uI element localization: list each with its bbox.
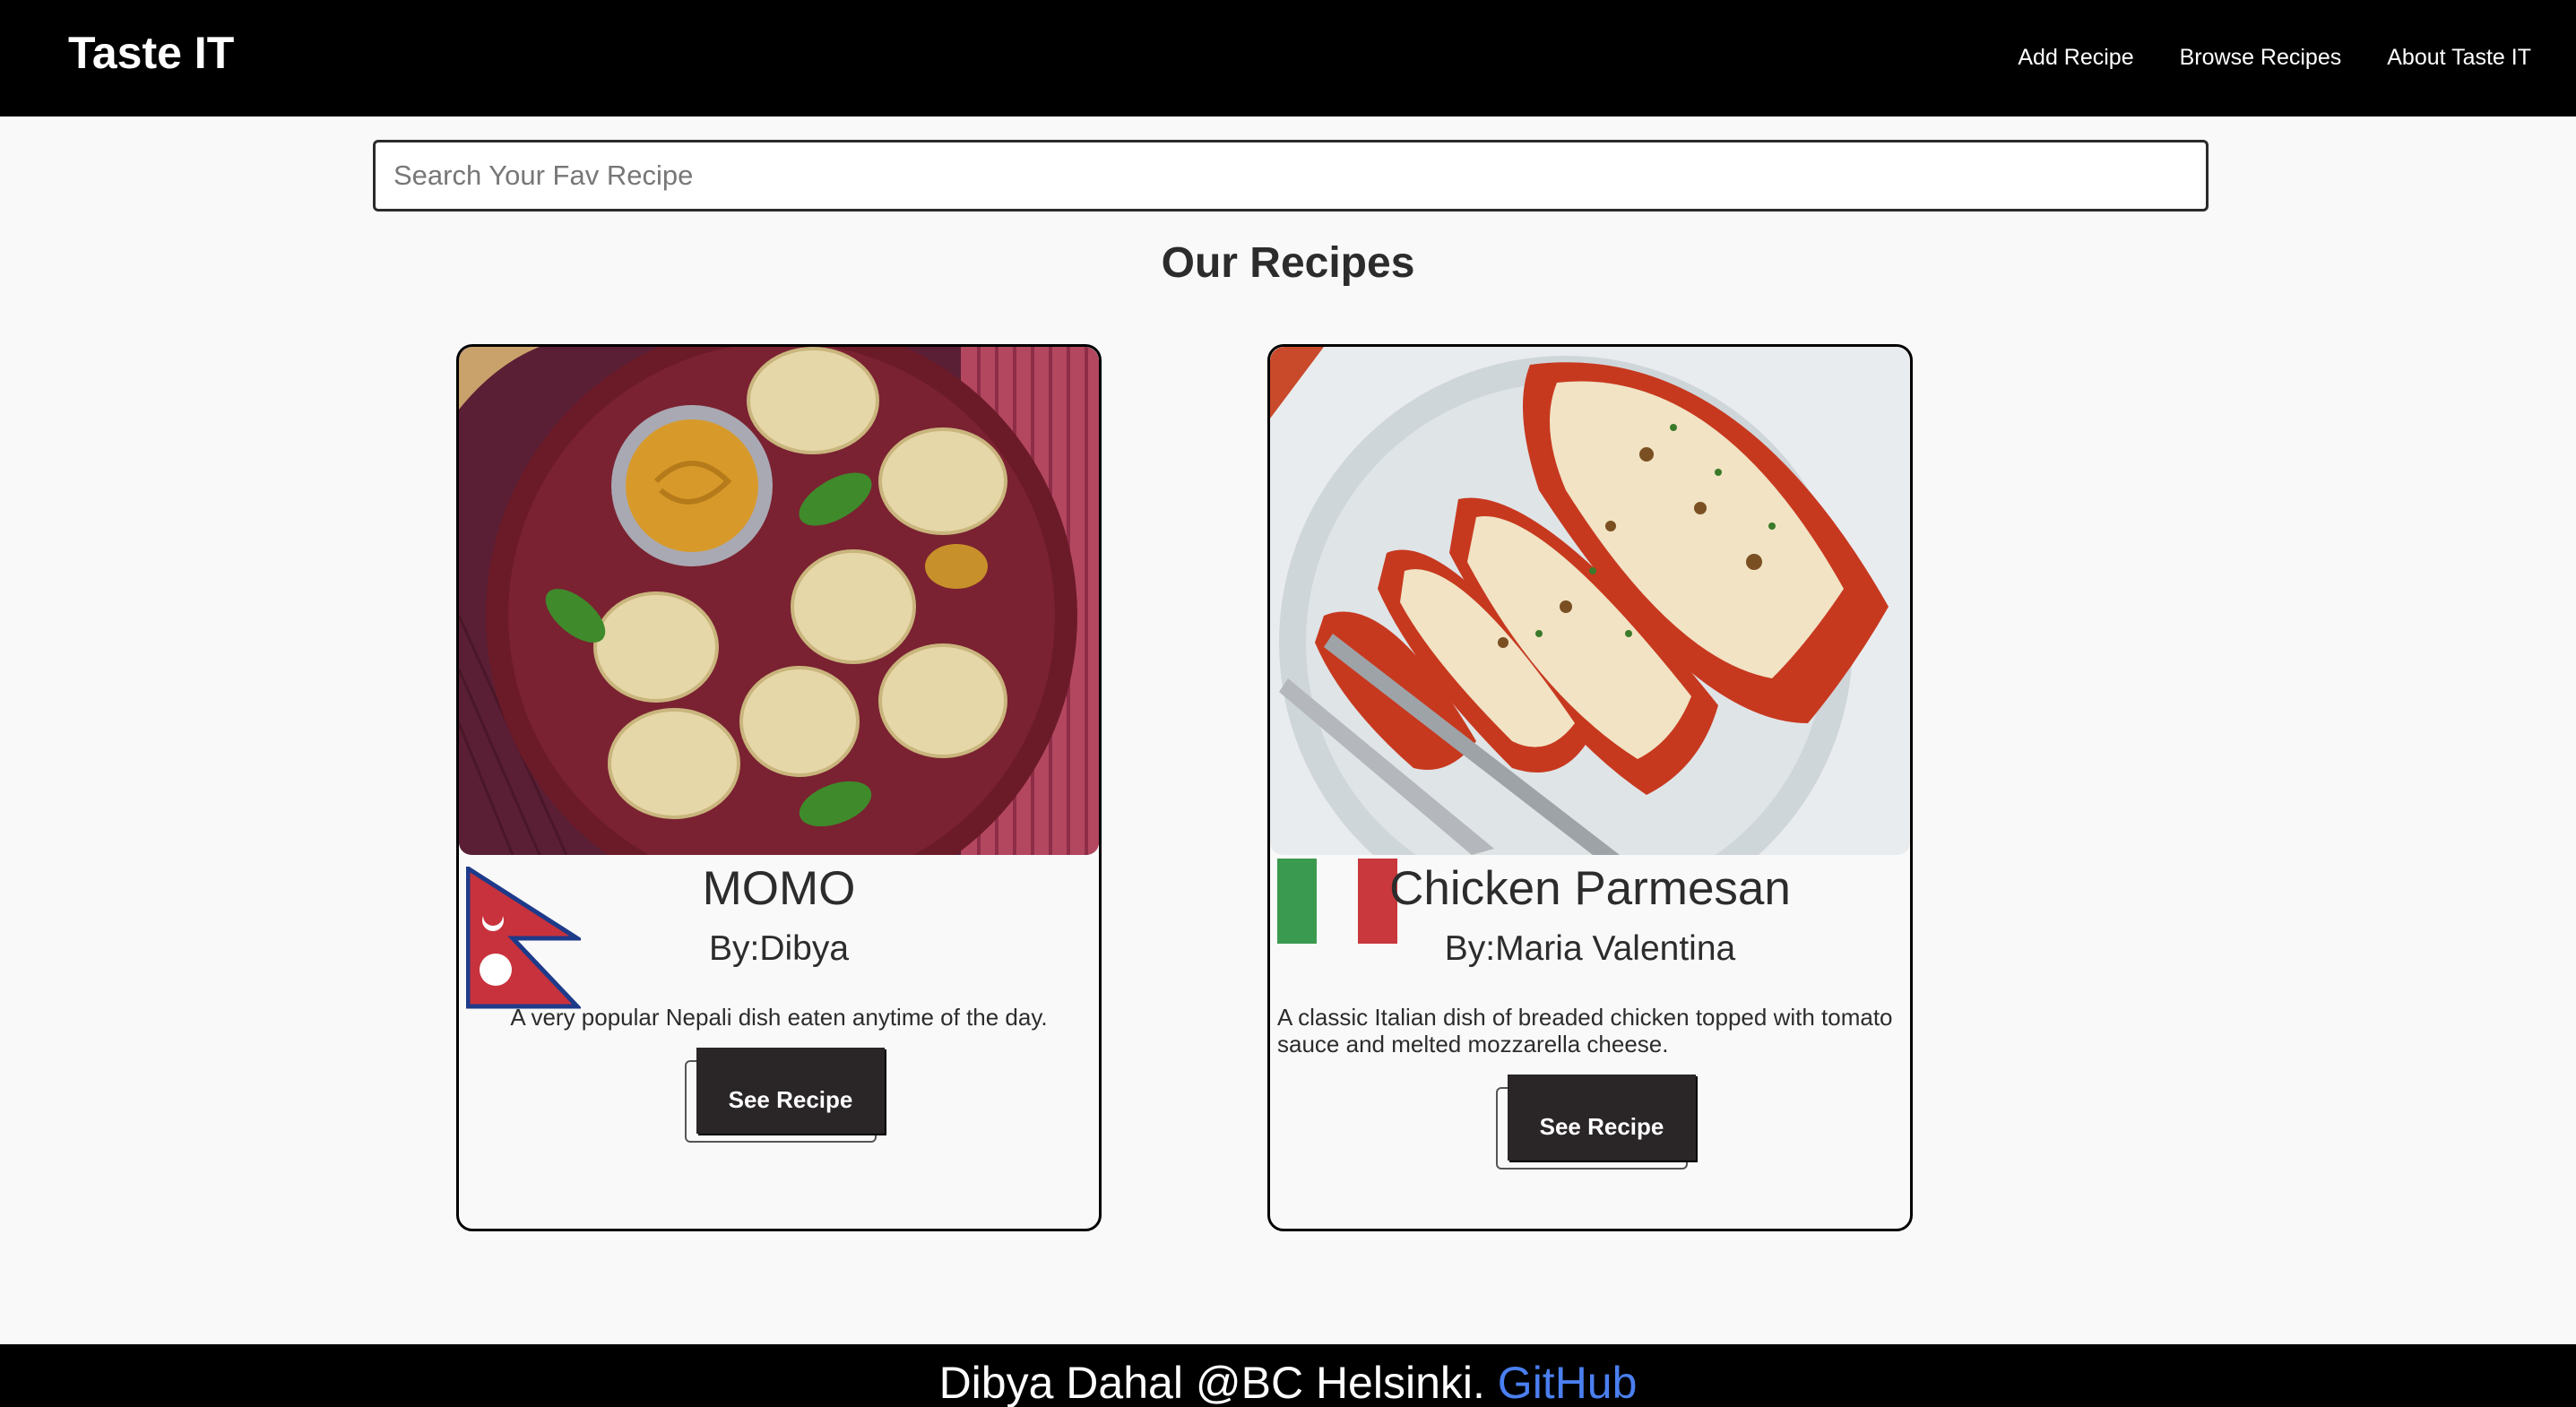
recipe-search-input[interactable]: [373, 140, 2209, 211]
section-title: Our Recipes: [1161, 239, 1415, 287]
nav-browse-recipes[interactable]: Browse Recipes: [2180, 45, 2342, 71]
nav-about[interactable]: About Taste IT: [2387, 45, 2531, 71]
top-navbar: Taste IT Add Recipe Browse Recipes About…: [0, 0, 2576, 117]
recipe-title: MOMO: [702, 862, 856, 915]
recipe-author: By:Maria Valentina: [1444, 929, 1736, 968]
github-link[interactable]: GitHub: [1498, 1358, 1638, 1407]
see-recipe-button-wrap: See Recipe: [1496, 1075, 1697, 1170]
chicken-parmesan-image: [1270, 347, 1910, 855]
see-recipe-button[interactable]: See Recipe: [696, 1048, 885, 1134]
footer-text: Dibya Dahal @BC Helsinki.: [938, 1358, 1485, 1407]
recipe-card: Chicken Parmesan By:Maria Valentina A cl…: [1267, 344, 1913, 1231]
recipe-title: Chicken Parmesan: [1389, 862, 1791, 915]
recipe-description: A classic Italian dish of breaded chicke…: [1277, 1004, 1893, 1057]
see-recipe-button[interactable]: See Recipe: [1508, 1075, 1696, 1161]
nav-add-recipe[interactable]: Add Recipe: [2018, 45, 2133, 71]
recipe-card: MOMO By:Dibya A very popular Nepali dish…: [456, 344, 1102, 1231]
brand-logo-link[interactable]: Taste IT: [68, 27, 234, 79]
footer: Dibya Dahal @BC Helsinki. GitHub: [0, 1344, 2576, 1407]
see-recipe-button-wrap: See Recipe: [685, 1048, 886, 1143]
recipe-author: By:Dibya: [708, 929, 850, 968]
recipe-description: A very popular Nepali dish eaten anytime…: [510, 1004, 1048, 1031]
momo-dumplings-image: [459, 347, 1099, 855]
nav-links: Add Recipe Browse Recipes About Taste IT: [2018, 45, 2531, 71]
